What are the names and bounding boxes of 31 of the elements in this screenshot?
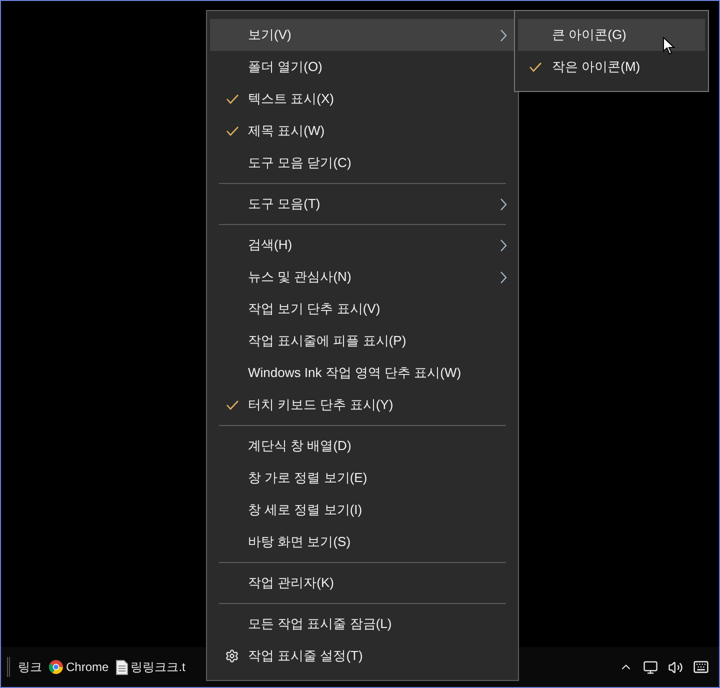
menu-item[interactable]: 텍스트 표시(X) — [210, 83, 515, 115]
browser-logo-icon — [49, 660, 63, 674]
menu-item[interactable]: 작업 관리자(K) — [210, 567, 515, 599]
menu-item[interactable]: Windows Ink 작업 영역 단추 표시(W) — [210, 357, 515, 389]
menu-item[interactable]: 검색(H) — [210, 229, 515, 261]
menu-item[interactable]: 작은 아이콘(M) — [518, 51, 705, 83]
mouse-pointer-icon — [663, 37, 675, 55]
menu-item[interactable]: 모든 작업 표시줄 잠금(L) — [210, 608, 515, 640]
menu-item[interactable]: 바탕 화면 보기(S) — [210, 526, 515, 558]
monitor-icon[interactable] — [643, 660, 658, 674]
volume-icon[interactable] — [668, 660, 683, 674]
menu-item[interactable]: 창 세로 정렬 보기(I) — [210, 494, 515, 526]
menu-item[interactable]: 작업 보기 단추 표시(V) — [210, 293, 515, 325]
menu-item[interactable]: 제목 표시(W) — [210, 115, 515, 147]
document-icon — [116, 660, 128, 674]
taskbar-link[interactable]: 링링크크.t — [116, 658, 186, 676]
menu-item[interactable]: 보기(V) — [210, 19, 515, 51]
menu-item[interactable]: 터치 키보드 단추 표시(Y) — [210, 389, 515, 421]
settings-icon — [225, 649, 239, 663]
menu-item[interactable]: 도구 모음 닫기(C) — [210, 147, 515, 179]
menu-item[interactable]: 작업 표시줄 설정(T) — [210, 640, 515, 672]
menu-item[interactable]: 뉴스 및 관심사(N) — [210, 261, 515, 293]
menu-item[interactable]: 도구 모음(T) — [210, 188, 515, 220]
menu-item[interactable]: 폴더 열기(O) — [210, 51, 515, 83]
menu-item[interactable]: 계단식 창 배열(D) — [210, 430, 515, 462]
taskbar-link[interactable]: Chrome — [49, 658, 109, 676]
keyboard-icon[interactable] — [693, 659, 709, 675]
menu-item[interactable]: 큰 아이콘(G) — [518, 19, 705, 51]
menu-item[interactable]: 작업 표시줄에 피플 표시(P) — [210, 325, 515, 357]
toolbar-label: 링크 — [18, 659, 42, 676]
menu-item[interactable]: 창 가로 정렬 보기(E) — [210, 462, 515, 494]
